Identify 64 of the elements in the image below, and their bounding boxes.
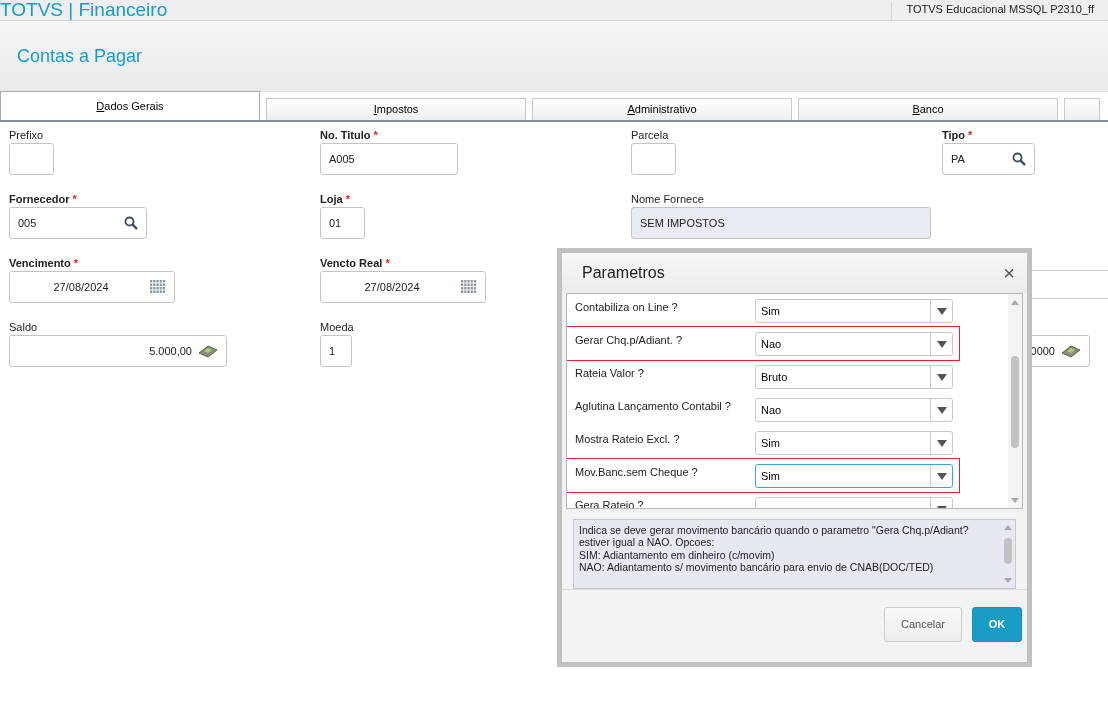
input-field[interactable]: SEM IMPOSTOS	[631, 207, 931, 239]
scrollbar[interactable]	[1008, 294, 1022, 508]
caret-icon	[936, 307, 947, 315]
select-field[interactable]: Bruto	[755, 365, 953, 389]
cancel-button[interactable]: Cancelar	[884, 606, 962, 642]
parameter-label: Rateia Valor ?	[575, 366, 645, 381]
app-title: TOTVS | Financeiro	[0, 0, 168, 20]
parameter-label: Aglutina Lançamento Contabil ?	[575, 399, 732, 414]
search-icon[interactable]	[1012, 152, 1026, 166]
caret-icon	[936, 340, 947, 348]
lookup-field[interactable]: 005	[9, 207, 147, 239]
select-field[interactable]: Sim	[755, 464, 953, 488]
required-mark: *	[345, 193, 350, 205]
caret-icon	[936, 373, 947, 381]
parameter-label: Mov.Banc.sem Cheque ?	[575, 465, 699, 480]
required-mark: *	[968, 129, 973, 141]
required-mark: *	[73, 257, 79, 269]
help-text: Indica se deve gerar movimento bancário quando o parametro "Gera Chq.p/Adiant? estiver igual a NAO. Opcoes: SIM: Adiantamento em dinheiro (c/movim) NAO: Adiantamento s/ movimento bancário para envio de CNAB(DOC/TED)	[578, 523, 970, 576]
field-label: Prefixo	[9, 129, 44, 141]
required-mark: *	[373, 129, 378, 141]
tab[interactable]: Banco	[798, 98, 1058, 120]
field-label: Nome Fornece	[631, 193, 704, 205]
field-label: Parcela	[631, 129, 669, 141]
search-icon[interactable]	[124, 216, 138, 230]
select-field[interactable]: Sim	[755, 299, 953, 323]
caret-icon	[936, 439, 947, 447]
tab[interactable]: Administrativo	[532, 98, 792, 120]
field-label: Loja	[320, 193, 343, 205]
page-title: Contas a Pagar	[17, 44, 143, 68]
parameter-label: Gerar Chq.p/Adiant. ?	[575, 333, 683, 348]
field-label: Saldo	[9, 321, 38, 333]
input-field[interactable]: A005	[320, 143, 458, 175]
field-label: Moeda	[320, 321, 354, 333]
date-field[interactable]: 27/08/2024	[9, 271, 175, 303]
field-label: Vencimento	[9, 257, 71, 269]
input-field[interactable]: 1	[320, 335, 352, 367]
select-field[interactable]: Sim	[755, 431, 953, 455]
input-field[interactable]: 5.000,00	[9, 335, 227, 367]
calendar-icon[interactable]	[150, 280, 166, 294]
input-field[interactable]	[9, 143, 54, 175]
tab[interactable]: Impostos	[266, 98, 526, 120]
select-field[interactable]: Nao	[755, 398, 953, 422]
close-button[interactable]: ×	[1003, 263, 1015, 283]
calculator-icon[interactable]	[198, 344, 218, 358]
caret-icon	[936, 472, 947, 480]
date-field[interactable]: 27/08/2024	[320, 271, 486, 303]
required-mark: *	[385, 257, 390, 269]
calculator-icon[interactable]	[1061, 344, 1081, 358]
tab[interactable]	[1064, 98, 1100, 120]
tab[interactable]: Dados Gerais	[0, 91, 260, 120]
parameter-label: Contabiliza on Line ?	[575, 300, 679, 315]
input-field[interactable]: 01	[320, 207, 365, 239]
field-label: Vencto Real	[320, 257, 383, 269]
dialog-title: Parametros	[582, 263, 665, 283]
calendar-icon[interactable]	[461, 280, 477, 294]
select-field[interactable]: Nao	[755, 332, 953, 356]
field-label: Fornecedor	[9, 193, 70, 205]
lookup-field[interactable]: PA	[942, 143, 1035, 175]
caret-icon	[936, 406, 947, 414]
required-mark: *	[72, 193, 77, 205]
field-label: Tipo	[942, 129, 965, 141]
parameter-label: Mostra Rateio Excl. ?	[575, 432, 681, 447]
field-label: No. Titulo	[320, 129, 371, 141]
input-field[interactable]	[631, 143, 676, 175]
